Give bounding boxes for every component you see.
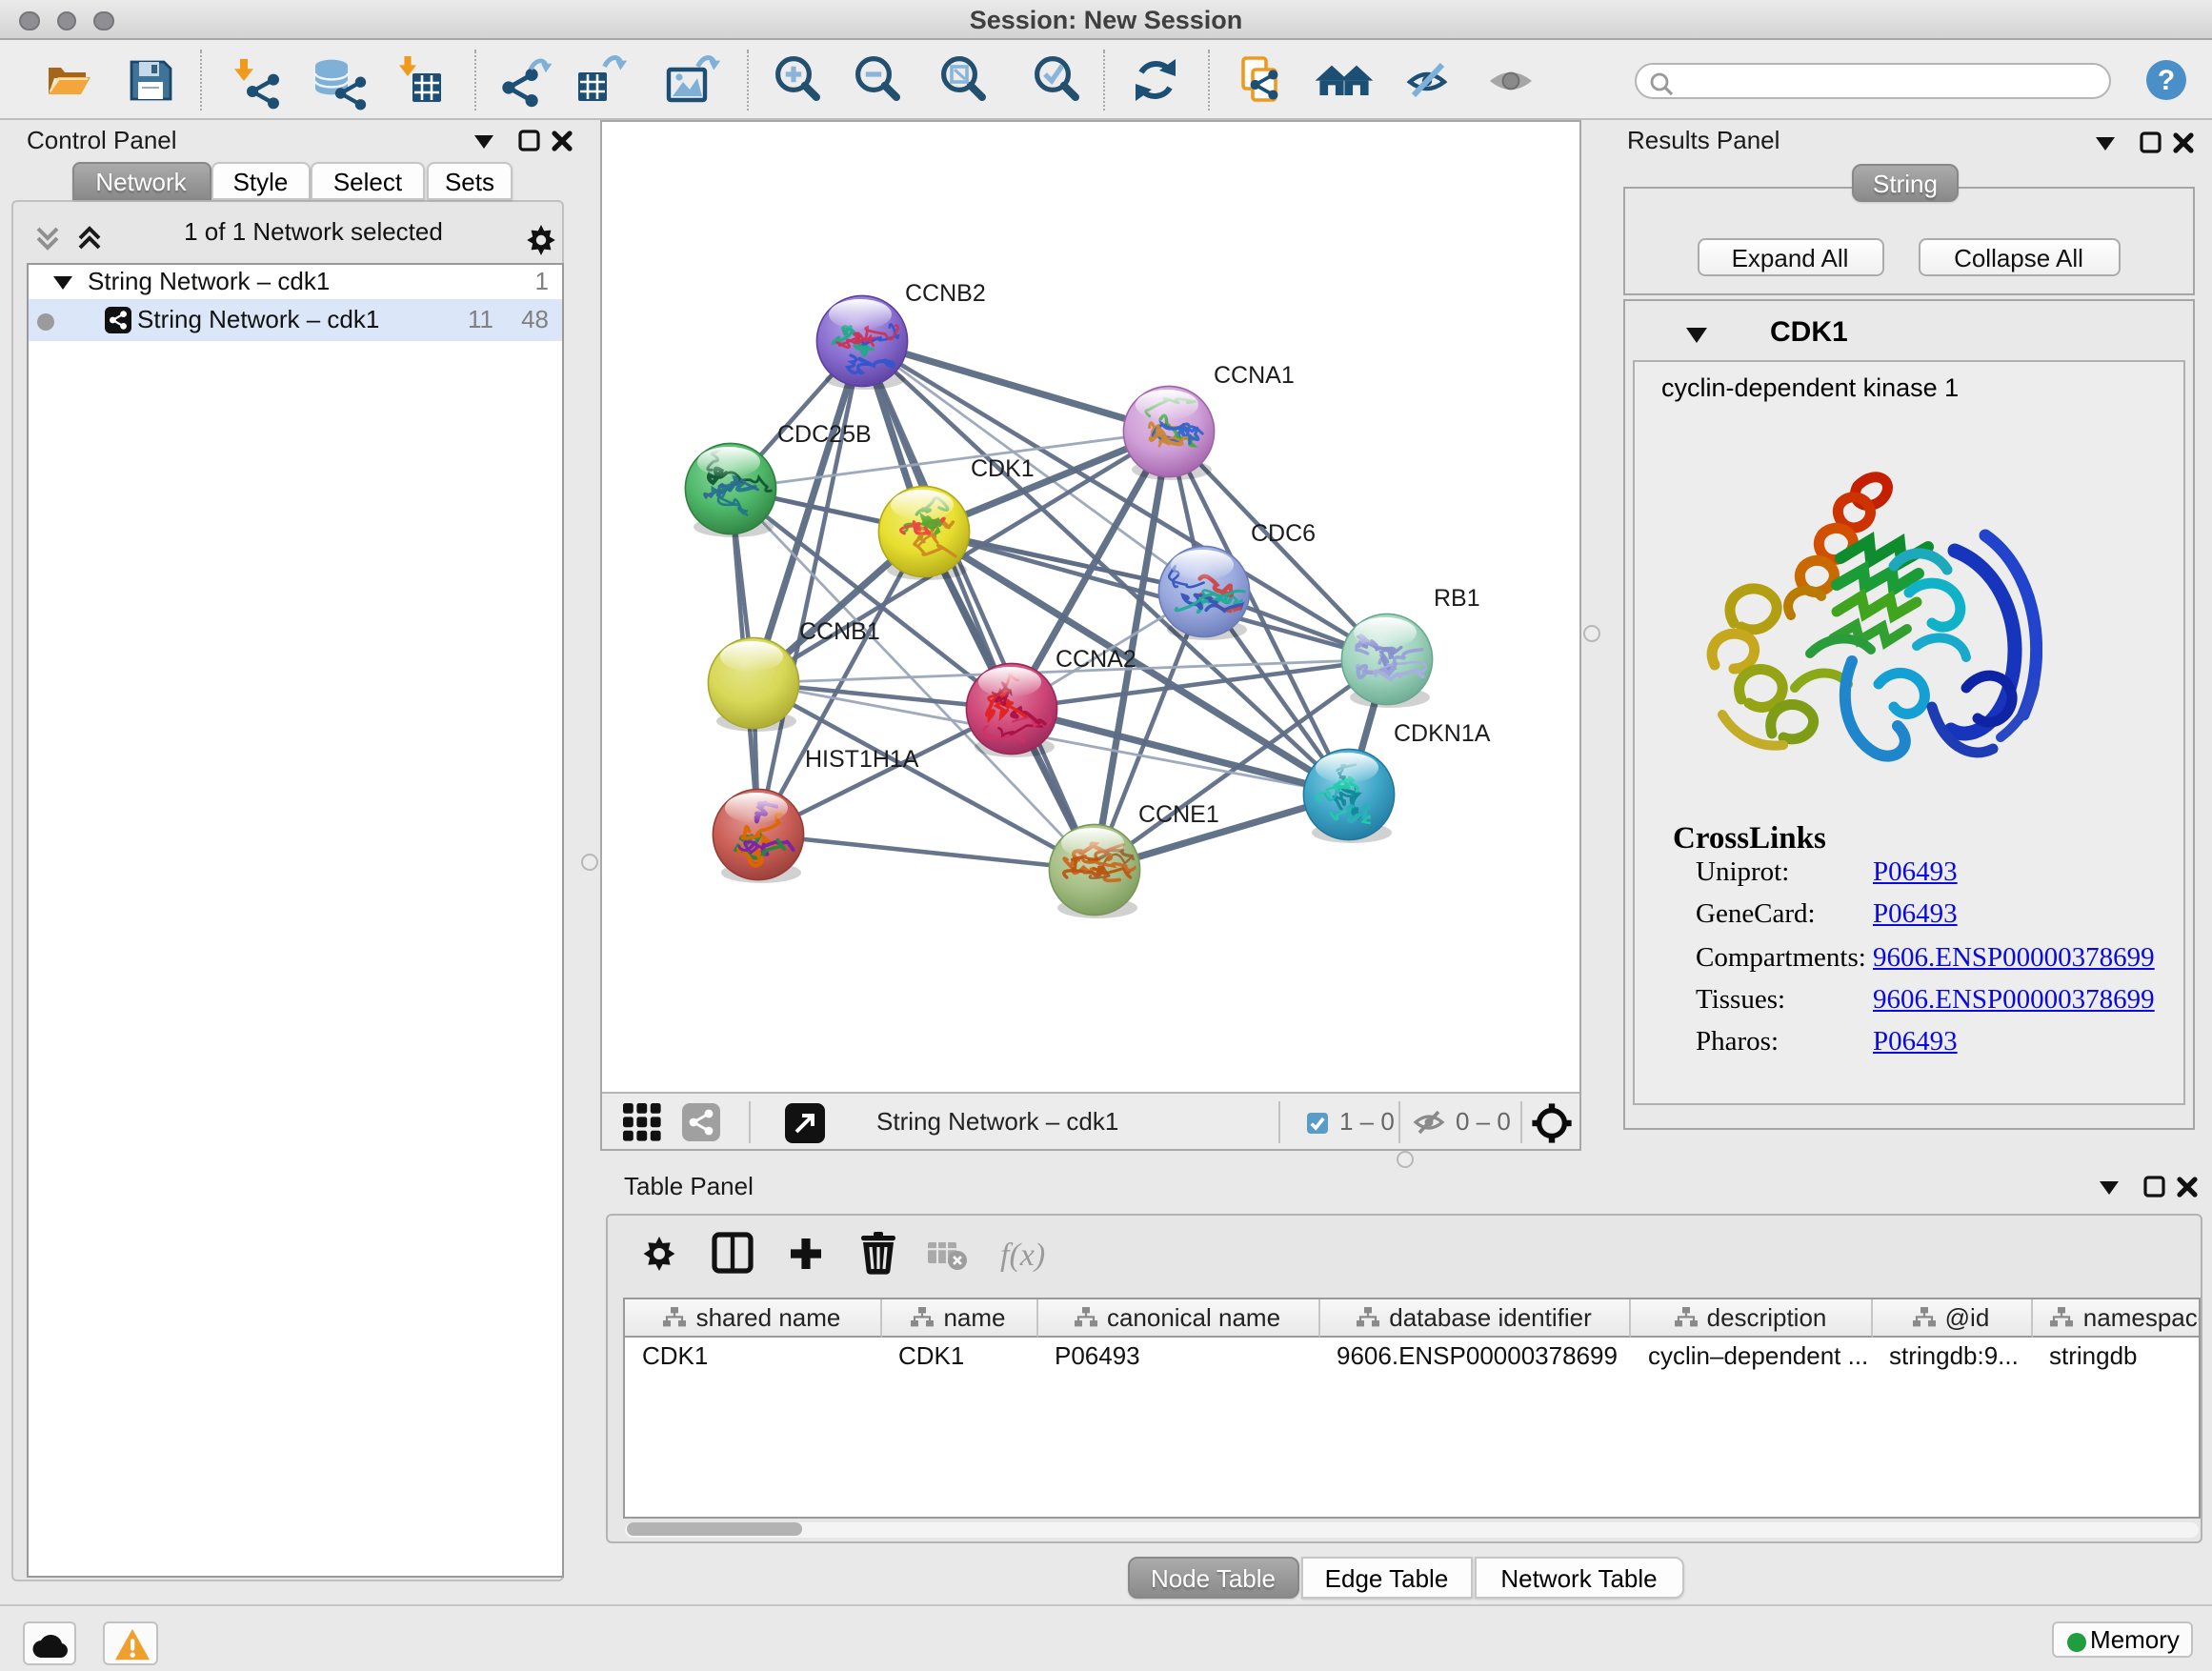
- svg-text:HIST1H1A: HIST1H1A: [805, 746, 919, 773]
- svg-text:CCNB2: CCNB2: [905, 280, 986, 307]
- svg-text:CDC6: CDC6: [1251, 520, 1316, 547]
- svg-text:CCNA2: CCNA2: [1056, 646, 1136, 673]
- svg-text:CDK1: CDK1: [971, 455, 1035, 482]
- svg-text:CDKN1A: CDKN1A: [1394, 720, 1491, 747]
- svg-text:f(x): f(x): [1000, 1238, 1045, 1273]
- svg-text:RB1: RB1: [1434, 585, 1480, 612]
- svg-text:CCNE1: CCNE1: [1138, 801, 1219, 828]
- svg-text:CCNB1: CCNB1: [799, 618, 880, 645]
- svg-text:?: ?: [2158, 64, 2175, 95]
- svg-text:CCNA1: CCNA1: [1214, 362, 1295, 389]
- svg-text:CDC25B: CDC25B: [777, 421, 872, 448]
